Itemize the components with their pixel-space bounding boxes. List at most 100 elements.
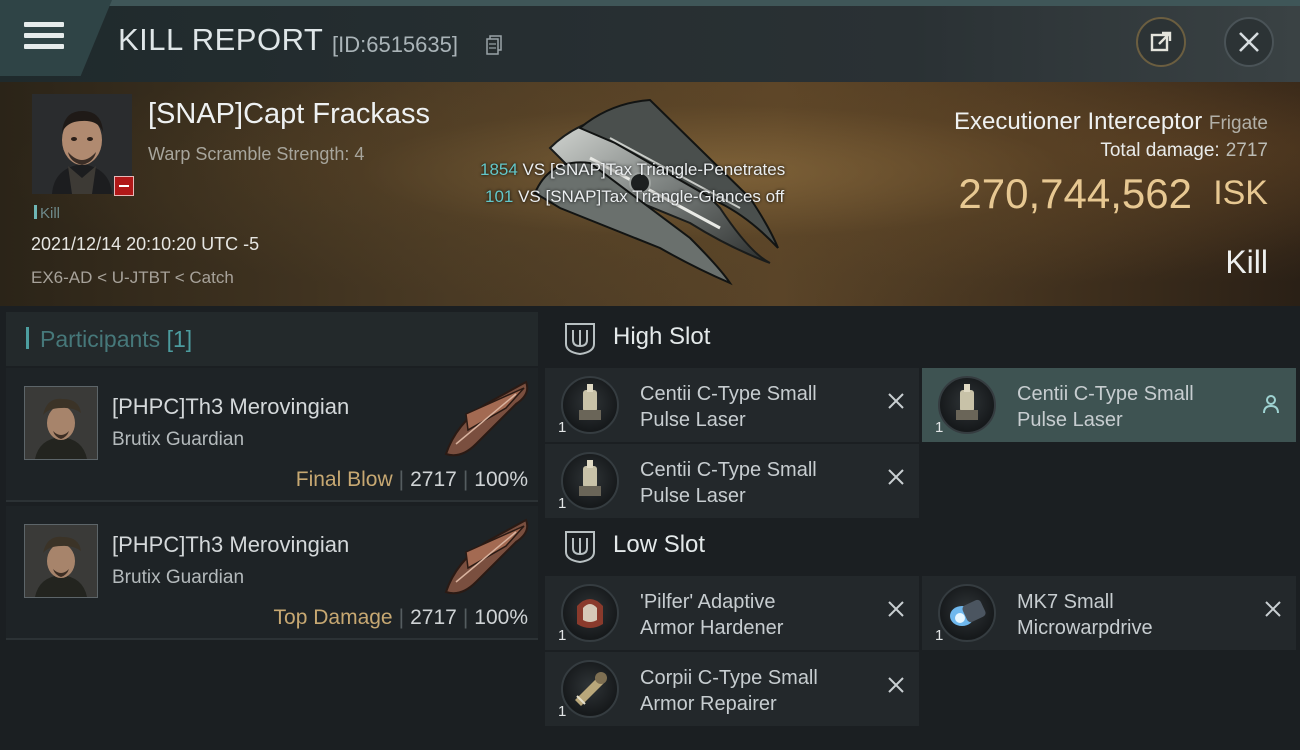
module-name: Centii C-Type Small Pulse Laser — [640, 381, 850, 433]
module-low-1[interactable]: 1 'Pilfer' Adaptive Armor Hardener — [545, 576, 919, 650]
header-bar: KILL REPORT [ID:6515635] — [0, 0, 1300, 82]
tag-marker — [34, 205, 37, 219]
destroyed-icon — [888, 601, 904, 617]
victim-name[interactable]: [SNAP]Capt Frackass — [148, 98, 430, 131]
module-name-line1: Centii C-Type Small — [640, 459, 817, 481]
participants-title: Participants [1] — [40, 326, 192, 353]
high-slot-header: High Slot — [545, 312, 1295, 368]
participant-avatar[interactable] — [24, 524, 98, 598]
hit-text-2: VS [SNAP]Tax Triangle-Glances off — [513, 187, 785, 206]
result-label: Kill — [1225, 244, 1268, 280]
hit-count-1: 1854 — [480, 160, 518, 179]
ship-name: Executioner Interceptor — [954, 108, 1203, 135]
module-name: Corpii C-Type Small Armor Repairer — [640, 665, 850, 717]
participants-count: [1] — [166, 326, 193, 352]
participant-damage: 2717 — [410, 606, 457, 629]
top-divider — [0, 0, 1300, 6]
participant-card-top-damage[interactable]: [PHPC]Th3 Merovingian Brutix Guardian To… — [6, 506, 538, 640]
page-title: KILL REPORT — [118, 22, 324, 57]
participant-percent: 100% — [474, 468, 528, 491]
participant-name[interactable]: [PHPC]Th3 Merovingian — [112, 532, 349, 558]
participant-ship-image[interactable] — [436, 512, 536, 602]
copy-icon[interactable] — [486, 35, 502, 55]
module-name-line2: Microwarpdrive — [1017, 617, 1153, 639]
module-high-2[interactable]: 1 Centii C-Type Small Pulse Laser — [922, 368, 1296, 442]
hit-summary-1: 1854 VS [SNAP]Tax Triangle-Penetrates — [480, 160, 785, 180]
hit-summary-2: 101 VS [SNAP]Tax Triangle-Glances off — [485, 187, 784, 207]
kill-location[interactable]: EX6-AD < U-JTBT < Catch — [31, 268, 234, 288]
armor-repairer-icon — [561, 660, 619, 718]
pulse-laser-icon — [938, 376, 996, 434]
share-button[interactable] — [1136, 17, 1186, 67]
isk-value: 270,744,562 — [958, 170, 1192, 217]
low-slot-title: Low Slot — [613, 531, 706, 558]
destroyed-icon — [888, 393, 904, 409]
hit-text-1: VS [SNAP]Tax Triangle-Penetrates — [517, 160, 786, 179]
module-high-1[interactable]: 1 Centii C-Type Small Pulse Laser — [545, 368, 919, 442]
module-name-line2: Pulse Laser — [1017, 409, 1123, 431]
high-slot-title: High Slot — [613, 323, 711, 350]
participant-ship: Brutix Guardian — [112, 567, 245, 588]
module-name-line2: Pulse Laser — [640, 485, 746, 507]
module-quantity: 1 — [558, 703, 567, 720]
participant-name[interactable]: [PHPC]Th3 Merovingian — [112, 394, 349, 420]
isk-unit: ISK — [1213, 174, 1268, 212]
module-name-line1: MK7 Small — [1017, 591, 1114, 613]
participants-title-text: Participants — [40, 326, 167, 352]
share-icon — [1150, 31, 1172, 52]
portrait-image — [25, 387, 97, 459]
top-damage-tag: Top Damage — [273, 606, 393, 629]
module-name-line2: Armor Repairer — [640, 693, 777, 715]
dropped-person-icon — [1263, 395, 1279, 414]
hit-count-2: 101 — [485, 187, 514, 206]
module-quantity: 1 — [558, 627, 567, 644]
kill-tag-label: Kill — [40, 205, 61, 222]
module-name: 'Pilfer' Adaptive Armor Hardener — [640, 589, 850, 641]
module-quantity: 1 — [935, 627, 944, 644]
destroyed-icon — [888, 469, 904, 485]
participant-stats: Top Damage | 2717 | 100% — [274, 606, 528, 630]
module-name-line1: Corpii C-Type Small — [640, 667, 818, 689]
microwarpdrive-icon — [938, 584, 996, 642]
total-damage: Total damage: 2717 — [1100, 140, 1268, 162]
ship-class: Frigate — [1208, 113, 1268, 134]
participant-damage: 2717 — [410, 468, 457, 491]
kill-datetime: 2021/12/14 20:10:20 UTC -5 — [31, 234, 260, 254]
final-blow-tag: Final Blow — [295, 468, 393, 491]
module-low-2[interactable]: 1 MK7 Small Microwarpdrive — [922, 576, 1296, 650]
module-name-line1: Centii C-Type Small — [1017, 383, 1194, 405]
kill-summary-panel: [SNAP]Capt Frackass Warp Scramble Streng… — [0, 82, 1300, 306]
separator: | — [398, 606, 405, 629]
report-id: [ID:6515635] — [332, 32, 458, 57]
participant-ship: Brutix Guardian — [112, 429, 245, 450]
hostile-status-icon — [114, 176, 134, 196]
module-high-3[interactable]: 1 Centii C-Type Small Pulse Laser — [545, 444, 919, 518]
participant-avatar[interactable] — [24, 386, 98, 460]
module-name-line2: Armor Hardener — [640, 617, 784, 639]
armor-hardener-icon — [561, 584, 619, 642]
hamburger-icon[interactable] — [24, 22, 64, 56]
participants-header: Participants [1] — [6, 312, 538, 366]
module-name: Centii C-Type Small Pulse Laser — [640, 457, 850, 509]
victim-ship-type[interactable]: Executioner Interceptor Frigate — [954, 108, 1268, 136]
module-name-line1: 'Pilfer' Adaptive — [640, 591, 776, 613]
participant-percent: 100% — [474, 606, 528, 629]
low-slot-header: Low Slot — [545, 520, 1295, 576]
separator: | — [462, 468, 469, 491]
pulse-laser-icon — [561, 376, 619, 434]
separator: | — [398, 468, 405, 491]
module-name: Centii C-Type Small Pulse Laser — [1017, 381, 1227, 433]
participants-panel: Participants [1] [PHPC]Th3 Merovingian B… — [6, 312, 538, 750]
module-low-3[interactable]: 1 Corpii C-Type Small Armor Repairer — [545, 652, 919, 726]
total-damage-value: 2717 — [1225, 140, 1268, 161]
participant-ship-image[interactable] — [436, 374, 536, 464]
separator: | — [462, 606, 469, 629]
close-button[interactable] — [1224, 17, 1274, 67]
destroyed-icon — [1265, 601, 1281, 617]
module-name-line1: Centii C-Type Small — [640, 383, 817, 405]
total-damage-label: Total damage: — [1100, 140, 1220, 161]
high-slot-icon — [565, 323, 595, 356]
participant-card-final-blow[interactable]: [PHPC]Th3 Merovingian Brutix Guardian Fi… — [6, 368, 538, 502]
pulse-laser-icon — [561, 452, 619, 510]
destroyed-icon — [888, 677, 904, 693]
